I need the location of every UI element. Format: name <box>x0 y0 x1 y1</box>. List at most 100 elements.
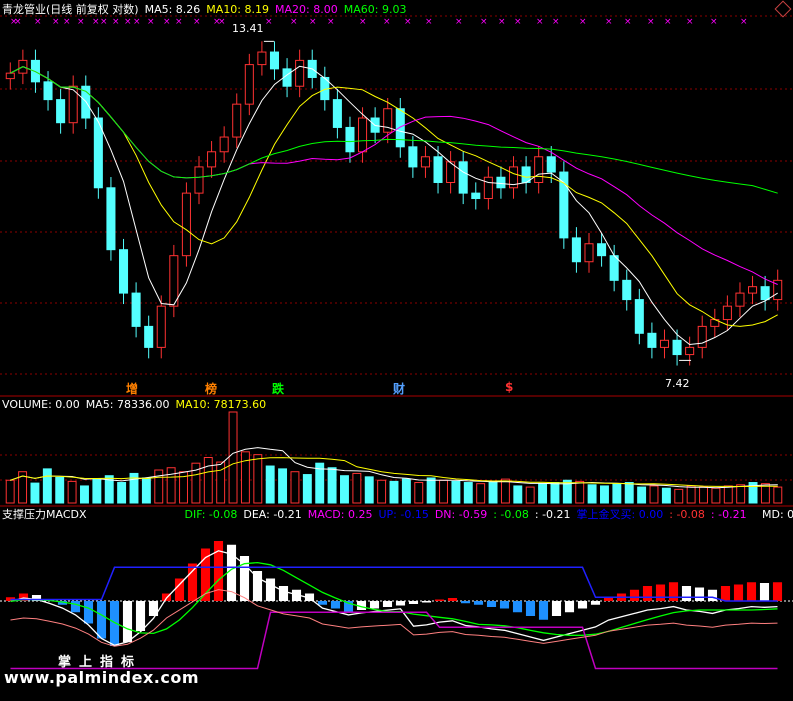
candle-body <box>471 192 481 200</box>
volume-bar <box>439 479 448 504</box>
macd-bar <box>96 601 107 639</box>
macd-bar <box>720 586 731 601</box>
volume-bar <box>5 479 15 504</box>
top-marker: × <box>34 17 42 27</box>
macd-bar <box>759 583 770 601</box>
candle-body <box>433 156 443 183</box>
top-marker: × <box>710 17 718 27</box>
top-marker: × <box>480 17 488 27</box>
ma5-value: MA5: 8.26 <box>144 3 201 16</box>
macd-bar <box>434 599 445 601</box>
volume-bar <box>513 485 523 504</box>
macd-bar <box>187 563 198 601</box>
vol-ma5-value: MA5: 78336.00 <box>85 398 170 411</box>
macd-bar <box>460 601 471 604</box>
macd-bar <box>122 601 133 643</box>
volume-bar <box>290 471 300 504</box>
candle-body <box>546 156 556 173</box>
top-marker: × <box>92 17 100 27</box>
top-marker: × <box>552 17 560 27</box>
top-marker: × <box>686 17 694 27</box>
candle-body <box>735 292 745 307</box>
candle-body <box>534 156 544 183</box>
candle-body <box>144 325 154 348</box>
top-marker: × <box>133 17 141 27</box>
top-marker: × <box>52 17 60 27</box>
macd-bar <box>668 582 679 601</box>
macd-bar <box>564 601 575 613</box>
candle-body <box>659 339 670 348</box>
volume-bar <box>203 457 213 504</box>
dea-value: DEA: -0.21 <box>243 508 302 521</box>
candle-body <box>207 151 217 168</box>
candle-body <box>358 117 368 153</box>
high-label: 13.41 <box>232 22 264 35</box>
volume-bar <box>30 482 40 504</box>
volume-bar <box>55 476 65 504</box>
volume-value: VOLUME: 0.00 <box>2 398 80 411</box>
volume-bar <box>278 468 288 504</box>
top-marker: × <box>624 17 632 27</box>
macd-value: MACD: 0.25 <box>307 508 373 521</box>
candle-body <box>219 136 229 153</box>
candle-body <box>244 64 254 105</box>
event-marker-3[interactable]: 跌 <box>272 380 284 397</box>
candle-body <box>584 243 594 263</box>
volume-bar <box>216 461 226 504</box>
macd-bar <box>746 582 757 601</box>
top-marker: × <box>100 17 108 27</box>
ma20-value: MA20: 8.00 <box>275 3 338 16</box>
candle-body <box>232 103 242 138</box>
v4-value: : -0.21 <box>710 508 747 521</box>
volume-bar <box>92 478 102 504</box>
volume-bar <box>463 482 473 504</box>
chart-stage: × × × × × × × × × × × × × × × × × × × × × × × × × × × × × × × × × × × × × × × <box>0 0 793 698</box>
volume-bar <box>736 484 746 504</box>
event-marker-2[interactable]: 榜 <box>205 380 217 397</box>
macd-bar <box>135 601 146 631</box>
ma60-value: MA60: 9.03 <box>343 3 407 16</box>
low-label: 7.42 <box>665 377 690 390</box>
event-marker-1[interactable]: 增 <box>126 380 138 397</box>
candle-body <box>169 255 179 307</box>
top-marker: × <box>124 17 132 27</box>
macd-bar <box>213 541 224 601</box>
volume-bar <box>773 486 783 504</box>
volume-bar <box>476 483 486 504</box>
top-marker: × <box>647 17 655 27</box>
top-marker: × <box>327 17 335 27</box>
candle-body <box>420 156 430 168</box>
volume-bar <box>575 480 585 504</box>
up-value: UP: -0.15 <box>378 508 429 521</box>
volume-bar <box>117 482 127 504</box>
volume-bar <box>587 484 597 504</box>
macd-bar <box>265 578 276 601</box>
macd-bar <box>590 601 601 605</box>
watermark-site: www.palmindex.com <box>4 668 200 687</box>
macd-bar <box>317 601 328 605</box>
macd-bar <box>486 601 497 607</box>
candle-body <box>43 81 53 101</box>
v3-value: : -0.08 <box>669 508 705 521</box>
macd-bar <box>538 601 549 620</box>
top-marker: × <box>163 17 171 27</box>
volume-bar <box>401 478 411 504</box>
candle-body <box>672 339 682 356</box>
macd-bar <box>655 584 666 601</box>
top-marker: × <box>664 17 672 27</box>
candle-body <box>131 292 141 327</box>
event-marker-4[interactable]: 财 <box>393 380 405 397</box>
event-marker-5[interactable]: $ <box>505 380 513 394</box>
volume-bar <box>80 485 89 504</box>
top-marker: × <box>218 17 226 27</box>
volume-bar <box>141 477 151 504</box>
candle-body <box>609 255 619 281</box>
macd-bar <box>382 601 393 607</box>
volume-bar <box>661 487 671 504</box>
candle-body <box>269 51 280 70</box>
candle-body <box>483 176 493 200</box>
candle-body <box>56 99 66 124</box>
top-marker: × <box>77 17 85 27</box>
top-marker: × <box>147 17 155 27</box>
macd-bar <box>369 601 380 609</box>
